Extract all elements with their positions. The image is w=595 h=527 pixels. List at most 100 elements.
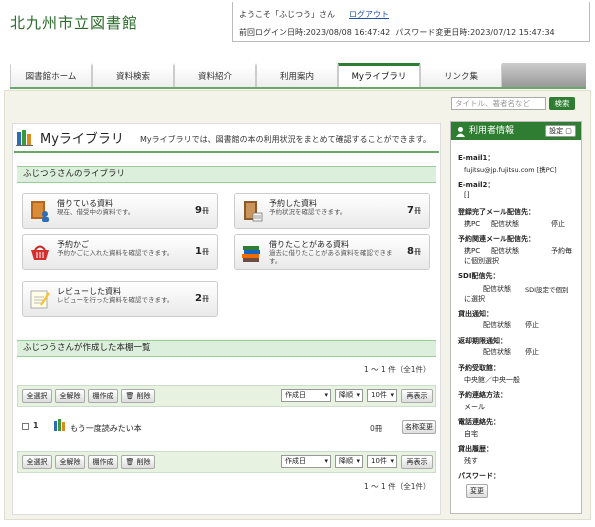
reserve-mail-status-label: 配信状態 — [491, 247, 519, 255]
sort-select[interactable]: 作成日 — [281, 389, 331, 402]
create-shelf-button[interactable]: 棚作成 — [88, 389, 118, 403]
user-icon — [456, 127, 465, 137]
card-reviewed[interactable]: レビューした資料 レビューを行った資料を確認できます。 2冊 — [22, 281, 218, 317]
borrowed-books-icon — [31, 201, 49, 222]
library-section-header: ふじつうさんのライブラリ — [17, 166, 436, 183]
email2-label: E-mail2： — [458, 181, 495, 189]
lend-status-label: 配信状態 — [483, 321, 511, 329]
reg-mail-status-label: 配信状態 — [491, 220, 519, 228]
review-icon — [30, 290, 50, 309]
logout-link[interactable]: ログアウト — [349, 10, 389, 19]
phone-value: 自宅 — [464, 430, 478, 438]
reg-mail-target: 携PC — [464, 220, 481, 228]
history-label: 貸出履歴： — [458, 445, 493, 453]
card-count: 9冊 — [195, 205, 209, 216]
search-button[interactable]: 検索 — [549, 97, 575, 110]
phone-label: 電話連絡先： — [458, 418, 500, 426]
lend-notice-label: 貸出通知： — [458, 310, 493, 318]
due-status: 停止 — [525, 348, 539, 356]
per-page-select[interactable]: 10件 — [367, 389, 397, 402]
card-count: 7冊 — [407, 205, 421, 216]
reserve-mail-note: に個別選択 — [464, 257, 499, 265]
password-change-button[interactable]: 変更 — [466, 484, 488, 498]
site-title[interactable]: 北九州市立図書館 — [10, 12, 138, 33]
contact-value: メール — [464, 403, 485, 411]
reserve-mail-label: 予約関連メール配信先： — [458, 235, 535, 243]
card-description: 現在、借受中の資料です。 — [57, 208, 135, 216]
tab-guide[interactable]: 利用案内 — [256, 63, 338, 87]
redisplay-button[interactable]: 再表示 — [401, 455, 433, 469]
tab-mylibrary[interactable]: Myライブラリ — [338, 63, 420, 87]
search-input[interactable]: タイトル、著者名など — [451, 97, 546, 110]
shelf-toolbar-bottom: 全選択 全解除 棚作成 🗑 削除 作成日 降順 10件 再表示 — [17, 451, 436, 473]
password-label: パスワード： — [458, 472, 500, 480]
email2-value: [] — [464, 191, 470, 199]
email1-label: E-mail1： — [458, 154, 495, 162]
card-borrowed[interactable]: 借りている資料 現在、借受中の資料です。 9冊 — [22, 193, 218, 229]
contact-label: 予約連絡方法： — [458, 391, 507, 399]
reg-mail-label: 登録完了メール配信先： — [458, 208, 535, 216]
tab-intro[interactable]: 資料紹介 — [174, 63, 256, 87]
card-reserved[interactable]: 予約した資料 予約状況を確認できます。 7冊 — [234, 193, 430, 229]
tab-blank — [502, 63, 586, 87]
sdi-status: SDI設定で個別 — [525, 286, 569, 294]
row-checkbox[interactable] — [22, 423, 29, 430]
welcome-text: ようこそ「ふじつう」さん — [239, 10, 335, 19]
redisplay-button[interactable]: 再表示 — [401, 389, 433, 403]
shelf-section-header: ふじつうさんが作成した本棚一覧 — [17, 340, 436, 357]
pager-bottom: 1 ～ 1 件（全1件） — [364, 482, 431, 491]
reserve-mail-target: 携PC — [464, 247, 481, 255]
page-description: Myライブラリでは、図書館の本の利用状況をまとめて確認することができます。 — [140, 135, 431, 144]
shelf-toolbar-top: 全選択 全解除 棚作成 🗑 削除 作成日 降順 10件 再表示 — [17, 385, 436, 407]
create-shelf-button[interactable]: 棚作成 — [88, 455, 118, 469]
password-change-date: パスワード変更日時:2023/07/12 15:47:34 — [395, 28, 555, 37]
per-page-select[interactable]: 10件 — [367, 455, 397, 468]
sdi-status-label: 配信状態 — [483, 285, 511, 293]
history-value: 残す — [464, 457, 478, 465]
row-number: 1 — [33, 421, 39, 430]
delete-button[interactable]: 🗑 削除 — [121, 389, 155, 403]
tab-search[interactable]: 資料検索 — [92, 63, 174, 87]
main-nav: 図書館ホーム 資料検索 資料紹介 利用案内 Myライブラリ リンク集 — [10, 63, 586, 89]
page-title: Myライブラリ — [40, 132, 124, 147]
settings-button[interactable]: 設定 ▢ — [545, 125, 576, 137]
email1-value: fujitsu@jp.fujitsu.com [携PC] — [464, 166, 557, 174]
pickup-value: 中央館／中央一般 — [464, 376, 520, 384]
title-divider — [14, 151, 439, 153]
shelf-name-link[interactable]: もう一度読みたい本 — [70, 423, 142, 434]
card-count: 8冊 — [407, 246, 421, 257]
basket-icon — [31, 245, 49, 260]
card-description: 予約かごに入れた資料を確認できます。 — [57, 249, 174, 257]
sort-select[interactable]: 作成日 — [281, 455, 331, 468]
last-login: 前回ログイン日時:2023/08/08 16:47:42 — [239, 28, 391, 37]
due-notice-label: 返却期限通知： — [458, 337, 507, 345]
order-select[interactable]: 降順 — [335, 389, 363, 402]
rename-button[interactable]: 名称変更 — [402, 420, 436, 434]
sdi-note: に選択 — [464, 295, 485, 303]
select-all-button[interactable]: 全選択 — [22, 455, 52, 469]
delete-button[interactable]: 🗑 削除 — [121, 455, 155, 469]
shelf-count: 0冊 — [370, 424, 383, 433]
tab-home[interactable]: 図書館ホーム — [10, 63, 92, 87]
card-count: 1冊 — [195, 246, 209, 257]
pickup-label: 予約受取館： — [458, 364, 500, 372]
card-basket[interactable]: 予約かご 予約かごに入れた資料を確認できます。 1冊 — [22, 234, 218, 270]
card-count: 2冊 — [195, 293, 209, 304]
select-all-button[interactable]: 全選択 — [22, 389, 52, 403]
deselect-all-button[interactable]: 全解除 — [55, 389, 85, 403]
tab-links[interactable]: リンク集 — [420, 63, 502, 87]
card-description: 予約状況を確認できます。 — [269, 208, 347, 216]
reserve-mail-status: 予約毎 — [551, 247, 572, 255]
lend-status: 停止 — [525, 321, 539, 329]
books-icon — [16, 130, 33, 146]
card-description: 過去に借りたことがある資料を確認できます。 — [269, 249, 393, 265]
deselect-all-button[interactable]: 全解除 — [55, 455, 85, 469]
trash-icon: 🗑 — [125, 392, 135, 400]
user-info-box: ようこそ「ふじつう」さん ログアウト 前回ログイン日時:2023/08/08 16… — [232, 2, 590, 42]
card-history[interactable]: 借りたことがある資料 過去に借りたことがある資料を確認できます。 8冊 — [234, 234, 430, 270]
history-books-icon — [242, 246, 260, 262]
order-select[interactable]: 降順 — [335, 455, 363, 468]
sdi-label: SDI配信先： — [458, 272, 500, 280]
pager-top: 1 ～ 1 件（全1件） — [364, 365, 431, 374]
reserved-book-icon — [244, 201, 263, 222]
